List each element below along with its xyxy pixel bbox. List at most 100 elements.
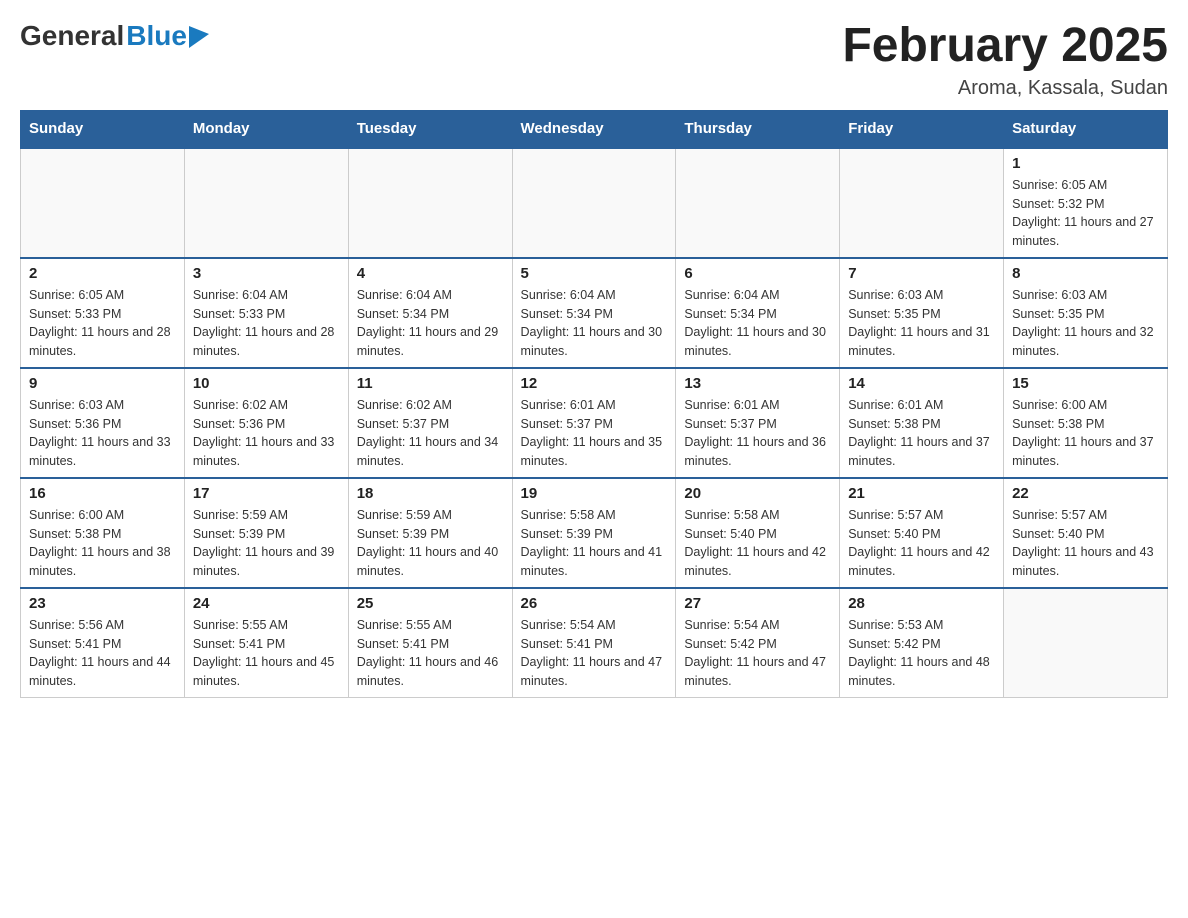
day-info: Sunrise: 6:04 AMSunset: 5:34 PMDaylight:… [684, 286, 831, 361]
calendar-week-row: 23 Sunrise: 5:56 AMSunset: 5:41 PMDayligh… [21, 588, 1168, 698]
calendar-day-cell: 12Sunrise: 6:01 AMSunset: 5:37 PMDayligh… [512, 368, 676, 478]
day-info: Sunrise: 6:03 AMSunset: 5:36 PMDaylight:… [29, 396, 176, 471]
day-number: 8 [1012, 265, 1159, 282]
weekday-header-tuesday: Tuesday [348, 110, 512, 148]
day-info: Sunrise: 6:03 AMSunset: 5:35 PMDaylight:… [848, 286, 995, 361]
day-number: 11 [357, 375, 504, 392]
day-info: Sunrise: 5:59 AMSunset: 5:39 PMDaylight:… [193, 506, 340, 581]
calendar-day-cell: 16 Sunrise: 6:00 AMSunset: 5:38 PMDayligh… [21, 478, 185, 588]
calendar-day-cell: 11 Sunrise: 6:02 AMSunset: 5:37 PMDayligh… [348, 368, 512, 478]
logo: General Blue [20, 20, 209, 52]
calendar-day-cell: 27Sunrise: 5:54 AMSunset: 5:42 PMDayligh… [676, 588, 840, 698]
calendar-day-cell [1004, 588, 1168, 698]
day-info: Sunrise: 6:04 AMSunset: 5:34 PMDaylight:… [357, 286, 504, 361]
weekday-header-sunday: Sunday [21, 110, 185, 148]
month-title: February 2025 [842, 20, 1168, 73]
day-number: 28 [848, 595, 995, 612]
day-number: 13 [684, 375, 831, 392]
calendar-day-cell: 23 Sunrise: 5:56 AMSunset: 5:41 PMDayligh… [21, 588, 185, 698]
weekday-header-monday: Monday [184, 110, 348, 148]
title-section: February 2025 Aroma, Kassala, Sudan [842, 20, 1168, 100]
calendar-day-cell: 2 Sunrise: 6:05 AMSunset: 5:33 PMDaylight… [21, 258, 185, 368]
calendar-day-cell: 19 Sunrise: 5:58 AMSunset: 5:39 PMDayligh… [512, 478, 676, 588]
logo-blue-text: Blue [126, 20, 187, 52]
calendar-week-row: 1Sunrise: 6:05 AMSunset: 5:32 PMDaylight… [21, 148, 1168, 258]
day-number: 2 [29, 265, 176, 282]
day-number: 26 [521, 595, 668, 612]
calendar-table: SundayMondayTuesdayWednesdayThursdayFrid… [20, 110, 1168, 698]
calendar-header-row: SundayMondayTuesdayWednesdayThursdayFrid… [21, 110, 1168, 148]
day-info: Sunrise: 6:04 AMSunset: 5:33 PMDaylight:… [193, 286, 340, 361]
day-number: 14 [848, 375, 995, 392]
calendar-week-row: 2 Sunrise: 6:05 AMSunset: 5:33 PMDaylight… [21, 258, 1168, 368]
weekday-header-thursday: Thursday [676, 110, 840, 148]
calendar-day-cell: 22 Sunrise: 5:57 AMSunset: 5:40 PMDayligh… [1004, 478, 1168, 588]
day-number: 4 [357, 265, 504, 282]
location: Aroma, Kassala, Sudan [842, 77, 1168, 100]
day-info: Sunrise: 6:01 AMSunset: 5:37 PMDaylight:… [684, 396, 831, 471]
day-number: 18 [357, 485, 504, 502]
day-info: Sunrise: 6:04 AMSunset: 5:34 PMDaylight:… [521, 286, 668, 361]
day-info: Sunrise: 5:55 AMSunset: 5:41 PMDaylight:… [193, 616, 340, 691]
day-number: 23 [29, 595, 176, 612]
day-info: Sunrise: 6:02 AMSunset: 5:36 PMDaylight:… [193, 396, 340, 471]
calendar-day-cell: 3 Sunrise: 6:04 AMSunset: 5:33 PMDaylight… [184, 258, 348, 368]
calendar-day-cell: 20 Sunrise: 5:58 AMSunset: 5:40 PMDayligh… [676, 478, 840, 588]
page-header: General Blue February 2025 Aroma, Kassal… [20, 20, 1168, 100]
calendar-day-cell [21, 148, 185, 258]
day-number: 17 [193, 485, 340, 502]
day-info: Sunrise: 5:58 AMSunset: 5:40 PMDaylight:… [684, 506, 831, 581]
day-number: 3 [193, 265, 340, 282]
day-info: Sunrise: 5:56 AMSunset: 5:41 PMDaylight:… [29, 616, 176, 691]
day-info: Sunrise: 6:00 AMSunset: 5:38 PMDaylight:… [29, 506, 176, 581]
calendar-day-cell: 6 Sunrise: 6:04 AMSunset: 5:34 PMDaylight… [676, 258, 840, 368]
logo-triangle-icon [189, 26, 209, 48]
day-info: Sunrise: 5:59 AMSunset: 5:39 PMDaylight:… [357, 506, 504, 581]
day-number: 5 [521, 265, 668, 282]
calendar-day-cell: 24Sunrise: 5:55 AMSunset: 5:41 PMDayligh… [184, 588, 348, 698]
day-number: 10 [193, 375, 340, 392]
calendar-day-cell: 26Sunrise: 5:54 AMSunset: 5:41 PMDayligh… [512, 588, 676, 698]
day-number: 20 [684, 485, 831, 502]
day-number: 1 [1012, 155, 1159, 172]
calendar-day-cell: 10 Sunrise: 6:02 AMSunset: 5:36 PMDayligh… [184, 368, 348, 478]
day-number: 22 [1012, 485, 1159, 502]
calendar-day-cell [348, 148, 512, 258]
calendar-day-cell: 21 Sunrise: 5:57 AMSunset: 5:40 PMDayligh… [840, 478, 1004, 588]
day-info: Sunrise: 6:01 AMSunset: 5:38 PMDaylight:… [848, 396, 995, 471]
calendar-day-cell [512, 148, 676, 258]
day-number: 6 [684, 265, 831, 282]
day-info: Sunrise: 6:05 AMSunset: 5:33 PMDaylight:… [29, 286, 176, 361]
calendar-day-cell: 28 Sunrise: 5:53 AMSunset: 5:42 PMDayligh… [840, 588, 1004, 698]
day-number: 7 [848, 265, 995, 282]
day-info: Sunrise: 5:57 AMSunset: 5:40 PMDaylight:… [848, 506, 995, 581]
day-number: 25 [357, 595, 504, 612]
day-number: 16 [29, 485, 176, 502]
day-info: Sunrise: 6:00 AMSunset: 5:38 PMDaylight:… [1012, 396, 1159, 471]
calendar-day-cell [676, 148, 840, 258]
day-number: 19 [521, 485, 668, 502]
calendar-day-cell: 1Sunrise: 6:05 AMSunset: 5:32 PMDaylight… [1004, 148, 1168, 258]
day-number: 15 [1012, 375, 1159, 392]
calendar-day-cell: 18 Sunrise: 5:59 AMSunset: 5:39 PMDayligh… [348, 478, 512, 588]
day-info: Sunrise: 5:53 AMSunset: 5:42 PMDaylight:… [848, 616, 995, 691]
day-info: Sunrise: 6:03 AMSunset: 5:35 PMDaylight:… [1012, 286, 1159, 361]
calendar-day-cell: 5 Sunrise: 6:04 AMSunset: 5:34 PMDaylight… [512, 258, 676, 368]
calendar-day-cell: 14 Sunrise: 6:01 AMSunset: 5:38 PMDayligh… [840, 368, 1004, 478]
calendar-day-cell: 7 Sunrise: 6:03 AMSunset: 5:35 PMDaylight… [840, 258, 1004, 368]
calendar-day-cell: 15 Sunrise: 6:00 AMSunset: 5:38 PMDayligh… [1004, 368, 1168, 478]
day-number: 27 [684, 595, 831, 612]
day-info: Sunrise: 6:01 AMSunset: 5:37 PMDaylight:… [521, 396, 668, 471]
calendar-day-cell: 17 Sunrise: 5:59 AMSunset: 5:39 PMDayligh… [184, 478, 348, 588]
weekday-header-wednesday: Wednesday [512, 110, 676, 148]
day-info: Sunrise: 5:57 AMSunset: 5:40 PMDaylight:… [1012, 506, 1159, 581]
weekday-header-friday: Friday [840, 110, 1004, 148]
day-info: Sunrise: 5:58 AMSunset: 5:39 PMDaylight:… [521, 506, 668, 581]
calendar-week-row: 9Sunrise: 6:03 AMSunset: 5:36 PMDaylight… [21, 368, 1168, 478]
calendar-day-cell [184, 148, 348, 258]
calendar-day-cell: 4 Sunrise: 6:04 AMSunset: 5:34 PMDaylight… [348, 258, 512, 368]
day-info: Sunrise: 5:55 AMSunset: 5:41 PMDaylight:… [357, 616, 504, 691]
calendar-day-cell [840, 148, 1004, 258]
day-number: 21 [848, 485, 995, 502]
day-info: Sunrise: 6:02 AMSunset: 5:37 PMDaylight:… [357, 396, 504, 471]
